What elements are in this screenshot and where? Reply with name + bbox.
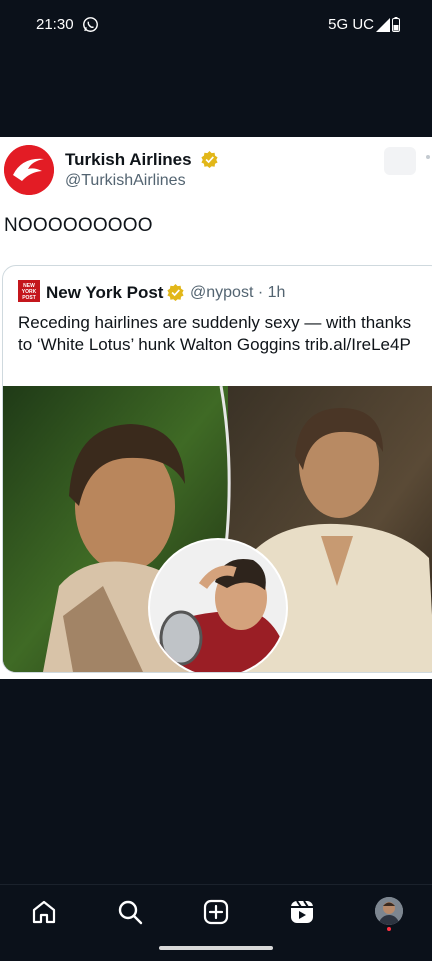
home-indicator[interactable] <box>159 946 273 950</box>
create-icon[interactable] <box>203 899 229 925</box>
battery-icon <box>392 17 400 32</box>
quoted-tweet-image[interactable] <box>3 386 432 672</box>
tweet-author-name[interactable]: Turkish Airlines <box>65 150 192 170</box>
search-icon[interactable] <box>117 899 143 925</box>
tweet-screenshot[interactable]: Turkish Airlines @TurkishAirlines NOOOOO… <box>0 137 432 679</box>
tweet-author-handle[interactable]: @TurkishAirlines <box>65 172 186 190</box>
turkish-airlines-logo-icon <box>4 145 54 195</box>
quoted-author-name[interactable]: New York Post <box>46 283 163 303</box>
nypost-logo: NEW YORK POST <box>18 280 40 302</box>
profile-photo-icon <box>375 897 403 925</box>
more-dot-icon <box>426 155 430 159</box>
turkish-airlines-avatar[interactable] <box>4 145 54 195</box>
status-bar: 21:30 5G UC <box>0 0 432 52</box>
quoted-handle-time[interactable]: @nypost · 1h <box>190 284 285 302</box>
walton-goggins-photo-collage <box>3 386 432 672</box>
bottom-nav <box>0 884 432 961</box>
profile-avatar[interactable] <box>375 897 403 925</box>
status-time: 21:30 <box>36 16 74 33</box>
tweet-text: NOOOOOOOOO <box>4 215 153 236</box>
quoted-tweet[interactable]: NEW YORK POST New York Post @nypost · 1h… <box>2 265 432 673</box>
network-indicator: 5G UC <box>328 16 374 33</box>
notification-dot <box>387 927 391 931</box>
home-icon[interactable] <box>31 899 57 925</box>
whatsapp-icon <box>83 17 98 32</box>
quoted-verified-badge-icon <box>167 284 184 301</box>
reels-icon[interactable] <box>289 899 315 925</box>
verified-badge-icon <box>201 151 218 168</box>
signal-icon <box>376 18 390 32</box>
more-options-button[interactable] <box>384 147 416 175</box>
quoted-tweet-text: Receding hairlines are suddenly sexy — w… <box>18 313 412 354</box>
